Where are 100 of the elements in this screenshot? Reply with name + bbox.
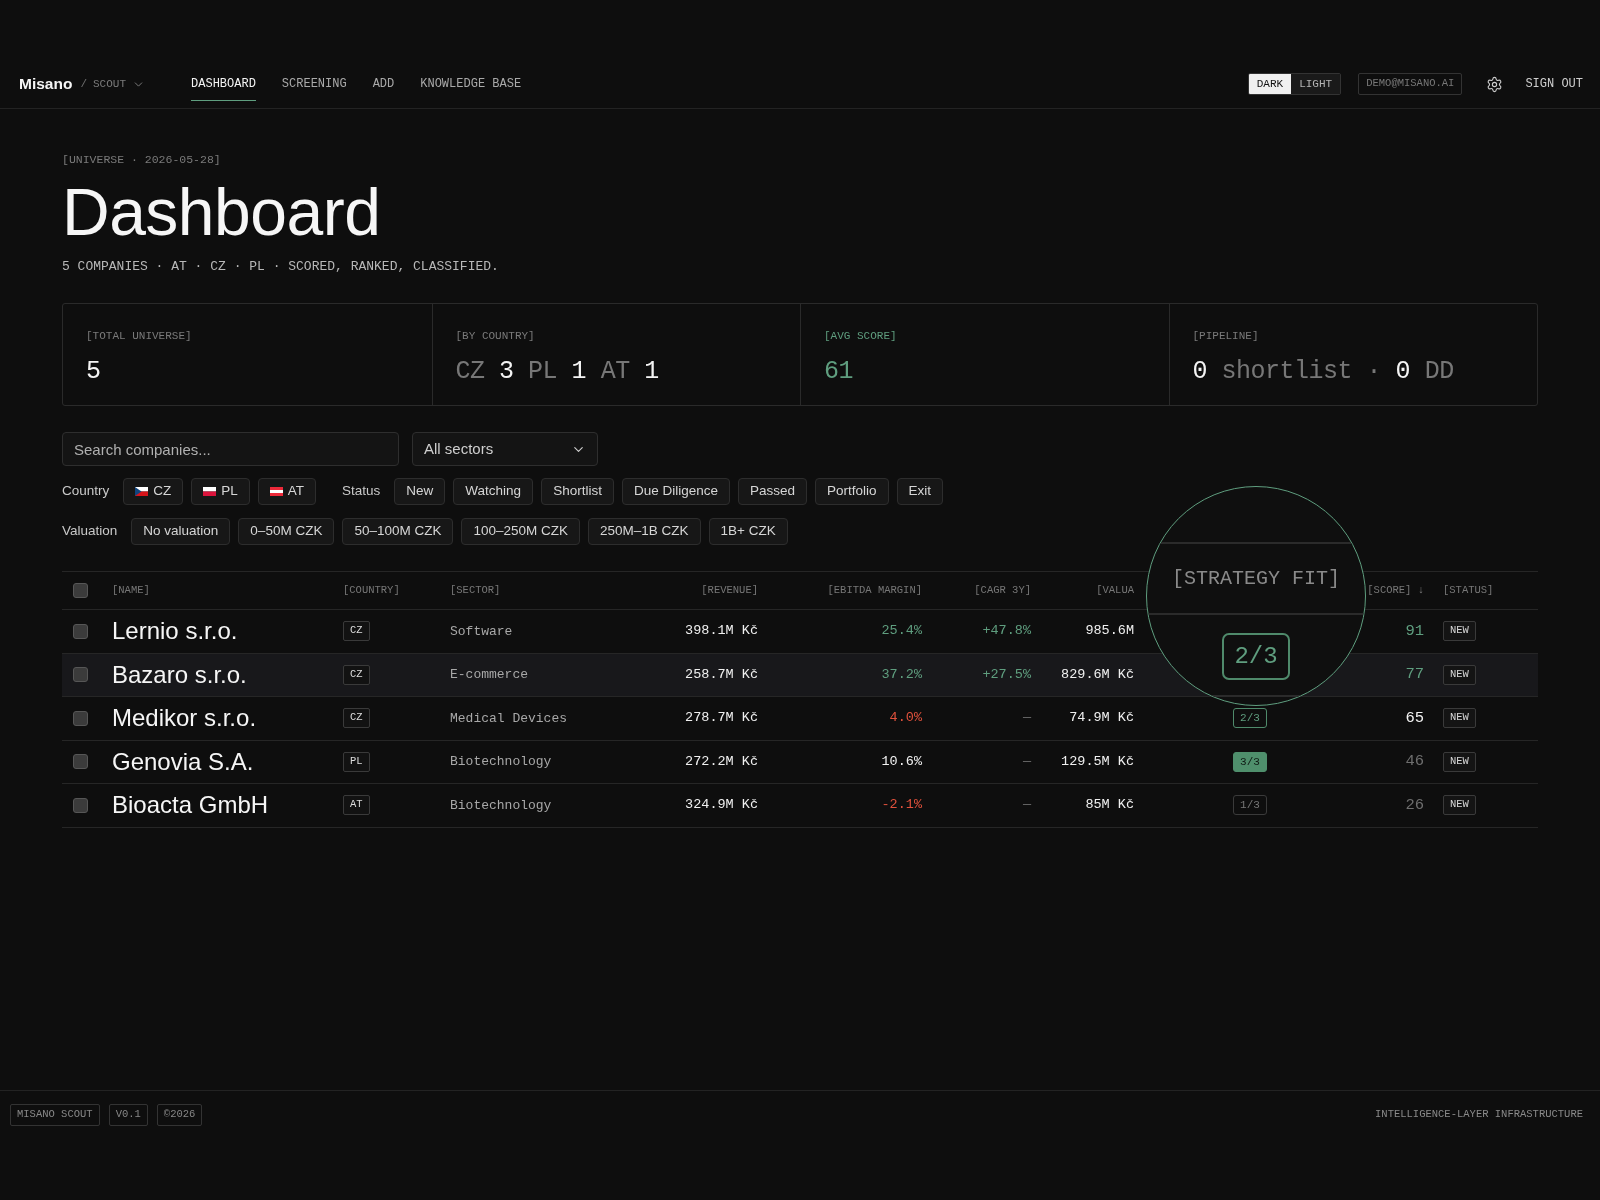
ebitda-value: 4.0% — [889, 709, 922, 728]
settings-icon[interactable] — [1486, 75, 1504, 93]
filter-chip[interactable]: AT — [257, 478, 317, 505]
filter-chip[interactable]: 1B+ CZK — [708, 518, 788, 545]
cagr-value: — — [1022, 796, 1031, 815]
column-header[interactable]: [CAGR 3Y] — [974, 582, 1031, 599]
filter-chip[interactable]: No valuation — [131, 518, 231, 545]
company-name[interactable]: Bioacta GmbH — [112, 791, 269, 820]
checkbox[interactable] — [73, 754, 88, 770]
table-row[interactable]: Bioacta GmbH AT Biotechnology 324.9M Kč -2.1% — 85M Kč 1/3 26 NEW — [62, 784, 1538, 828]
stat-value: CZ 3 PL 1 AT 1 — [455, 357, 659, 387]
revenue-value: 258.7M Kč — [685, 665, 758, 684]
filter-chip[interactable]: Portfolio — [815, 478, 889, 505]
filter-chip[interactable]: Watching — [453, 478, 534, 505]
filter-chip[interactable]: 250M–1B CZK — [588, 518, 701, 545]
sector-text: Software — [450, 622, 513, 641]
eyebrow-text: [UNIVERSE · 2026-05-28] — [62, 152, 221, 168]
status-tag: NEW — [1443, 708, 1476, 729]
filter-chip[interactable]: Exit — [896, 478, 944, 505]
checkbox[interactable] — [73, 667, 88, 683]
column-header[interactable]: [VALUA — [1096, 582, 1134, 599]
filter-chip[interactable]: 0–50M CZK — [238, 518, 335, 545]
revenue-value: 278.7M Kč — [685, 709, 758, 728]
column-header[interactable]: [SCORE] ↓ — [1367, 582, 1424, 599]
cagr-value: +47.8% — [982, 622, 1031, 641]
revenue-value: 324.9M Kč — [685, 796, 758, 815]
filter-chip[interactable]: Passed — [737, 478, 807, 505]
status-tag: NEW — [1443, 621, 1476, 642]
revenue-value: 398.1M Kč — [685, 622, 758, 641]
column-header[interactable]: [SECTOR] — [450, 582, 501, 599]
flag-icon — [203, 487, 217, 496]
column-header[interactable]: [REVENUE] — [701, 582, 758, 599]
stat-value: 5 — [86, 357, 101, 387]
fit-badge: 3/3 — [1233, 751, 1267, 772]
page-title: Dashboard — [62, 179, 381, 245]
ebitda-value: 25.4% — [881, 622, 922, 641]
stat-label: [AVG SCORE] — [824, 329, 897, 343]
fit-badge: 1/3 — [1233, 795, 1267, 816]
table-row[interactable]: Genovia S.A. PL Biotechnology 272.2M Kč 10.6% — 129.5M Kč 3/3 46 NEW — [62, 740, 1538, 784]
sector-text: Biotechnology — [450, 753, 552, 771]
filter-chip[interactable]: PL — [191, 478, 250, 505]
filter-chip[interactable]: 100–250M CZK — [461, 518, 580, 545]
filter-chip[interactable]: Shortlist — [541, 478, 614, 505]
filter-label: Valuation — [62, 522, 118, 541]
column-header[interactable]: [EBITDA MARGIN] — [827, 582, 922, 599]
footer-tag: MISANO SCOUT — [10, 1104, 100, 1126]
stat-label: [PIPELINE] — [1192, 329, 1259, 343]
company-name[interactable]: Genovia S.A. — [112, 747, 254, 776]
ebitda-value: 37.2% — [881, 665, 922, 684]
score-value: 91 — [1405, 620, 1424, 642]
valuation-value: 74.9M Kč — [1069, 709, 1134, 728]
product-switcher[interactable]: SCOUT — [93, 75, 146, 93]
checkbox[interactable] — [73, 797, 88, 813]
filter-label: Country — [62, 482, 110, 501]
nav-link[interactable]: DASHBOARD — [191, 67, 256, 101]
country-code: CZ — [343, 621, 370, 642]
company-name[interactable]: Lernio s.r.o. — [112, 617, 238, 646]
filter-chip[interactable]: Due Diligence — [621, 478, 730, 505]
stat-value: 0 shortlist · 0 DD — [1192, 357, 1454, 387]
checkbox[interactable] — [73, 710, 88, 726]
fit-badge: 2/3 — [1233, 708, 1267, 729]
filter-chip[interactable]: 50–100M CZK — [342, 518, 454, 545]
checkbox[interactable] — [73, 623, 88, 639]
footer-tagline: INTELLIGENCE-LAYER INFRASTRUCTURE — [1375, 1107, 1583, 1123]
status-tag: NEW — [1443, 664, 1476, 685]
sector-select[interactable]: All sectors — [412, 432, 598, 466]
filter-chip[interactable]: CZ — [123, 478, 184, 505]
column-header[interactable]: [NAME] — [112, 582, 150, 599]
user-email: DEMO@MISANO.AI — [1358, 73, 1463, 95]
stat-label: [TOTAL UNIVERSE] — [86, 329, 192, 343]
filter-chip[interactable]: New — [394, 478, 446, 505]
checkbox[interactable] — [73, 583, 88, 598]
score-value: 65 — [1405, 707, 1424, 729]
column-header[interactable]: [STATUS] — [1443, 582, 1494, 599]
status-tag: NEW — [1443, 751, 1476, 772]
search-field[interactable]: Search companies... — [62, 432, 399, 466]
theme-option[interactable]: LIGHT — [1291, 74, 1341, 94]
breadcrumb-separator: / — [80, 76, 87, 92]
footer-tag: ©2026 — [156, 1104, 203, 1126]
sector-text: Medical Devices — [450, 709, 568, 728]
company-name[interactable]: Medikor s.r.o. — [112, 704, 257, 733]
column-header[interactable]: [COUNTRY] — [343, 582, 400, 599]
nav-link[interactable]: SCREENING — [281, 67, 347, 101]
filter-label: Status — [342, 482, 381, 501]
cagr-value: — — [1022, 752, 1031, 771]
score-value: 26 — [1405, 794, 1424, 816]
score-value: 46 — [1405, 751, 1424, 773]
page-subtitle: 5 COMPANIES · AT · CZ · PL · SCORED, RANKED, CLASSIFIED. — [62, 258, 499, 276]
flag-icon — [269, 487, 283, 496]
stat-value: 61 — [824, 357, 853, 387]
sign-out-link[interactable]: SIGN OUT — [1525, 75, 1583, 93]
ebitda-value: 10.6% — [881, 752, 922, 771]
theme-option[interactable]: DARK — [1248, 74, 1292, 94]
nav-link[interactable]: KNOWLEDGE BASE — [420, 67, 522, 101]
fit-badge: 2/3 — [1222, 633, 1290, 680]
valuation-value: 829.6M Kč — [1061, 665, 1134, 684]
nav-link[interactable]: ADD — [372, 67, 395, 101]
footer-tag: V0.1 — [108, 1104, 148, 1126]
score-value: 77 — [1405, 664, 1424, 686]
company-name[interactable]: Bazaro s.r.o. — [112, 660, 247, 689]
